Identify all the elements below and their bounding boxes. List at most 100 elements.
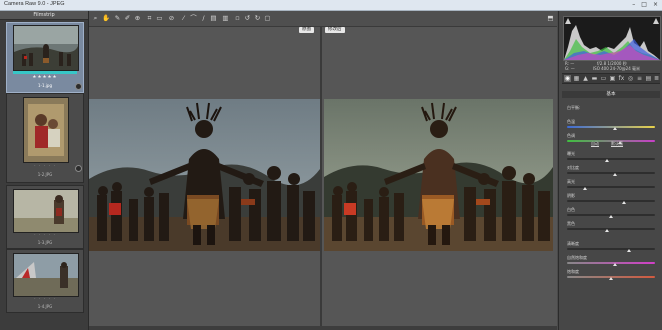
slider-track[interactable] [567,262,655,264]
after-photo [324,99,553,251]
filmstrip-item[interactable]: · · · · · 1-2.JPG [6,93,84,183]
hand-icon[interactable]: ✋ [102,15,110,22]
color-sampler-icon[interactable]: ✐ [124,15,131,22]
title-bar: Camera Raw 9.0 - JPEG – □ × [0,0,662,11]
after-label: 修改后 [325,27,345,33]
effects-tab-icon[interactable]: fx [618,75,625,82]
basic-tab-icon[interactable]: ◉ [564,75,571,82]
slider-thumb[interactable] [613,263,618,266]
slider-label: 色温 [567,119,575,124]
filmstrip-panel: Filmstrip ★★★★★ 1-1.jpg · · · · · 1-2.JP… [0,11,89,330]
slider-thumb[interactable] [604,159,609,162]
graduated-filter-icon[interactable]: / [200,15,207,22]
g-label: G: [565,66,570,71]
edit-badge-icon [75,165,82,172]
slider-thumb[interactable] [609,277,613,280]
slider-label: 白平衡: [567,105,581,110]
split-divider[interactable] [320,27,322,330]
adjustments-panel: R: — G: — f/2.8 1/2000 秒 ISO 400 24-70@2… [558,11,662,330]
slider-track[interactable] [567,172,655,174]
slider-thumb[interactable] [604,229,609,232]
slider-track[interactable] [567,126,655,128]
rating-stars[interactable]: · · · · · [7,233,83,238]
default-link[interactable]: 默认值 [611,141,623,147]
red-eye-icon[interactable]: ⁄ [180,15,187,22]
tone-curve-tab-icon[interactable]: ▦ [573,75,580,82]
rating-stars[interactable]: ★★★★★ [7,75,83,80]
maximize-icon[interactable]: □ [641,1,647,8]
thumbnail-filename: 1-2.JPG [37,172,53,177]
straighten-icon[interactable]: ▭ [156,15,163,22]
thumbnail-filename: 1-1.jpg [38,83,52,88]
slider-thumb[interactable] [613,127,618,130]
color-label [13,71,77,74]
slider-label: 黑色 [567,221,575,226]
filmstrip-item[interactable]: · · · · · 1-3.JPG [6,185,84,249]
slider-track[interactable] [567,228,655,230]
panel-tab-bar: ◉ ▦ ▲ ▬ ▭ ▣ fx ◎ ≡ ▤ ≣ [562,73,660,84]
lens-tab-icon[interactable]: ▣ [609,75,616,82]
white-balance-icon[interactable]: ✎ [114,15,121,22]
slider-label: 阴影 [567,193,575,198]
thumbnail-filename: 1-3.JPG [37,240,53,245]
slider-label: 色调 [567,133,575,138]
preferences-icon[interactable]: ▥ [222,15,229,22]
thumbnail-image [13,25,79,71]
panel-section-title: 基本 [562,91,660,98]
filmstrip-header: Filmstrip [0,11,88,20]
rgb-readout: G: — [565,66,575,71]
snapshots-tab-icon[interactable]: ▤ [645,75,652,82]
slider-label: 曝光 [567,151,575,156]
detail-tab-icon[interactable]: ▲ [582,75,589,82]
filmstrip-item[interactable]: ★★★★★ 1-1.jpg [6,22,84,93]
slider-thumb[interactable] [609,215,613,218]
auto-link[interactable]: 自动 [591,141,599,147]
rotate-ccw-icon[interactable]: ↺ [244,15,251,22]
hsl-tab-icon[interactable]: ▬ [591,75,598,82]
slider-thumb[interactable] [582,187,587,190]
thumbnail-image [13,253,79,297]
before-photo [89,99,320,251]
slider-track[interactable] [567,248,655,250]
thumbnail-filename: 1-4.JPG [37,304,53,309]
delete-icon[interactable]: ▢ [264,15,271,22]
histogram [563,16,661,61]
status-strip [89,326,557,330]
presets-tab-icon[interactable]: ≡ [636,75,643,82]
crop-icon[interactable]: ⌗ [146,15,153,22]
slider-thumb[interactable] [626,249,631,252]
filmstrip-item[interactable]: · · · · · 1-4.JPG [6,249,84,313]
thumbnail-image [23,97,69,163]
slider-label: 自然饱和度 [567,255,587,260]
slider-track[interactable] [567,186,655,188]
window-title: Camera Raw 9.0 - JPEG [4,1,65,7]
split-toning-tab-icon[interactable]: ▭ [600,75,607,82]
minimize-icon[interactable]: – [632,1,635,8]
tool-bar: ⌕ ✋ ✎ ✐ ⊕ ⌗ ▭ ⊘ ⁄ ⌒ / ▤ ▥ ▫ ↺ ↻ ▢ ⬒ [89,11,557,27]
rating-stars[interactable]: · · · · · [7,164,83,169]
spot-removal-icon[interactable]: ⊘ [168,15,175,22]
panel-menu-icon[interactable]: ≣ [653,75,660,82]
trash-icon[interactable]: ▫ [234,15,241,22]
camera-settings-line2: ISO 400 24-70@24 毫米 [593,66,641,71]
targeted-adjust-icon[interactable]: ⊕ [134,15,141,22]
rotate-cw-icon[interactable]: ↻ [254,15,261,22]
thumbnail-image [13,189,79,233]
slider-track[interactable] [567,158,655,160]
preview-area[interactable]: 原图 修改后 [89,27,557,330]
slider-label: 白色 [567,207,575,212]
zoom-icon[interactable]: ⌕ [92,15,99,22]
radial-filter-icon[interactable]: ▤ [210,15,217,22]
rating-stars[interactable]: · · · · · [7,297,83,302]
fullscreen-icon[interactable]: ⬒ [547,15,554,22]
slider-label: 清晰度 [567,241,579,246]
before-label: 原图 [299,27,314,33]
adjustment-brush-icon[interactable]: ⌒ [190,15,197,22]
slider-thumb[interactable] [613,173,618,176]
close-icon[interactable]: × [653,1,658,8]
camera-calibration-tab-icon[interactable]: ◎ [627,75,634,82]
edit-badge-icon [75,83,82,90]
slider-track[interactable] [567,200,655,202]
slider-thumb[interactable] [622,201,627,204]
slider-label: 高光 [567,179,575,184]
